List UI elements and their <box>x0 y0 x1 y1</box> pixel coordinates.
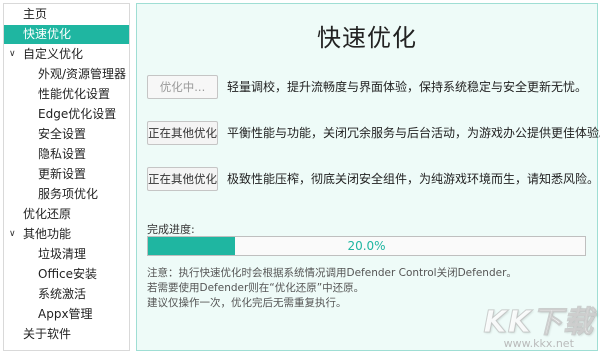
chevron-down-icon[interactable]: ∨ <box>9 45 16 64</box>
quick-optimize-panel: 快速优化 优化中... 轻量调校，提升流畅度与界面体验，保持系统稳定与安全更新无… <box>136 3 600 351</box>
sidebar-item-appx[interactable]: Appx管理 <box>4 305 129 324</box>
sidebar-item-label: 其他功能 <box>23 227 72 241</box>
sidebar-item-label: 关于软件 <box>23 327 72 341</box>
light-optimize-button[interactable]: 优化中... <box>147 75 218 99</box>
sidebar-item-other-features[interactable]: ∨ 其他功能 <box>4 225 129 244</box>
light-optimize-description: 轻量调校，提升流畅度与界面体验，保持系统稳定与安全更新无忧。 <box>227 80 588 94</box>
sidebar-item-update[interactable]: 更新设置 <box>4 165 129 184</box>
sidebar-item-label: 性能优化设置 <box>38 87 111 101</box>
sidebar-item-office-install[interactable]: Office安装 <box>4 265 129 284</box>
note-line-3: 建议仅操作一次，优化完后无需重复执行。 <box>147 297 347 309</box>
sidebar-item-label: 安全设置 <box>38 127 87 141</box>
sidebar-item-activation[interactable]: 系统激活 <box>4 285 129 304</box>
sidebar-item-junk-clean[interactable]: 垃圾清理 <box>4 245 129 264</box>
sidebar-item-appearance[interactable]: 外观/资源管理器 <box>4 65 129 84</box>
sidebar-item-security[interactable]: 安全设置 <box>4 125 129 144</box>
sidebar-item-label: Office安装 <box>38 267 98 281</box>
sidebar-item-restore[interactable]: 优化还原 <box>4 205 129 224</box>
progress-bar: 20.0% <box>147 236 586 256</box>
sidebar-item-label: 垃圾清理 <box>38 247 87 261</box>
sidebar-item-label: 主页 <box>23 7 48 21</box>
sidebar-item-services[interactable]: 服务项优化 <box>4 185 129 204</box>
sidebar-item-label: Edge优化设置 <box>38 107 117 121</box>
sidebar-nav: 主页 快速优化 ∨ 自定义优化 外观/资源管理器 性能优化设置 Edge优化设置 … <box>3 3 130 351</box>
progress-label: 完成进度: <box>147 223 195 236</box>
sidebar-item-label: 隐私设置 <box>38 147 87 161</box>
sidebar-item-label: 系统激活 <box>38 287 87 301</box>
extreme-optimize-description: 极致性能压榨，彻底关闭安全组件，为纯游戏环境而生，请知悉风险。 <box>227 172 600 186</box>
page-title: 快速优化 <box>317 24 417 52</box>
sidebar-item-label: 服务项优化 <box>38 187 99 201</box>
sidebar-item-label: Appx管理 <box>38 307 93 321</box>
extreme-optimize-button[interactable]: 正在其他优化 <box>147 167 218 191</box>
sidebar-item-quick-optimize[interactable]: 快速优化 <box>4 25 129 44</box>
balanced-optimize-description: 平衡性能与功能，关闭冗余服务与后台活动，为游戏办公提供更佳体验。 <box>227 126 600 140</box>
sidebar-item-label: 外观/资源管理器 <box>38 67 127 81</box>
sidebar-item-home[interactable]: 主页 <box>4 5 129 24</box>
chevron-down-icon[interactable]: ∨ <box>9 225 16 244</box>
sidebar-item-performance[interactable]: 性能优化设置 <box>4 85 129 104</box>
progress-text: 20.0% <box>347 239 386 253</box>
note-line-1: 注意：执行快速优化时会根据系统情况调用Defender Control关闭Def… <box>147 267 517 279</box>
sidebar-item-label: 更新设置 <box>38 167 87 181</box>
sidebar-item-about[interactable]: 关于软件 <box>4 325 129 344</box>
sidebar-item-label: 自定义优化 <box>23 47 84 61</box>
note-line-2: 若需要使用Defender则在“优化还原”中还原。 <box>147 282 365 294</box>
sidebar-item-custom-optimize[interactable]: ∨ 自定义优化 <box>4 45 129 64</box>
sidebar-item-label: 快速优化 <box>23 27 72 41</box>
sidebar-item-edge[interactable]: Edge优化设置 <box>4 105 129 124</box>
sidebar-item-privacy[interactable]: 隐私设置 <box>4 145 129 164</box>
sidebar-item-label: 优化还原 <box>23 207 72 221</box>
balanced-optimize-button[interactable]: 正在其他优化 <box>147 121 218 145</box>
